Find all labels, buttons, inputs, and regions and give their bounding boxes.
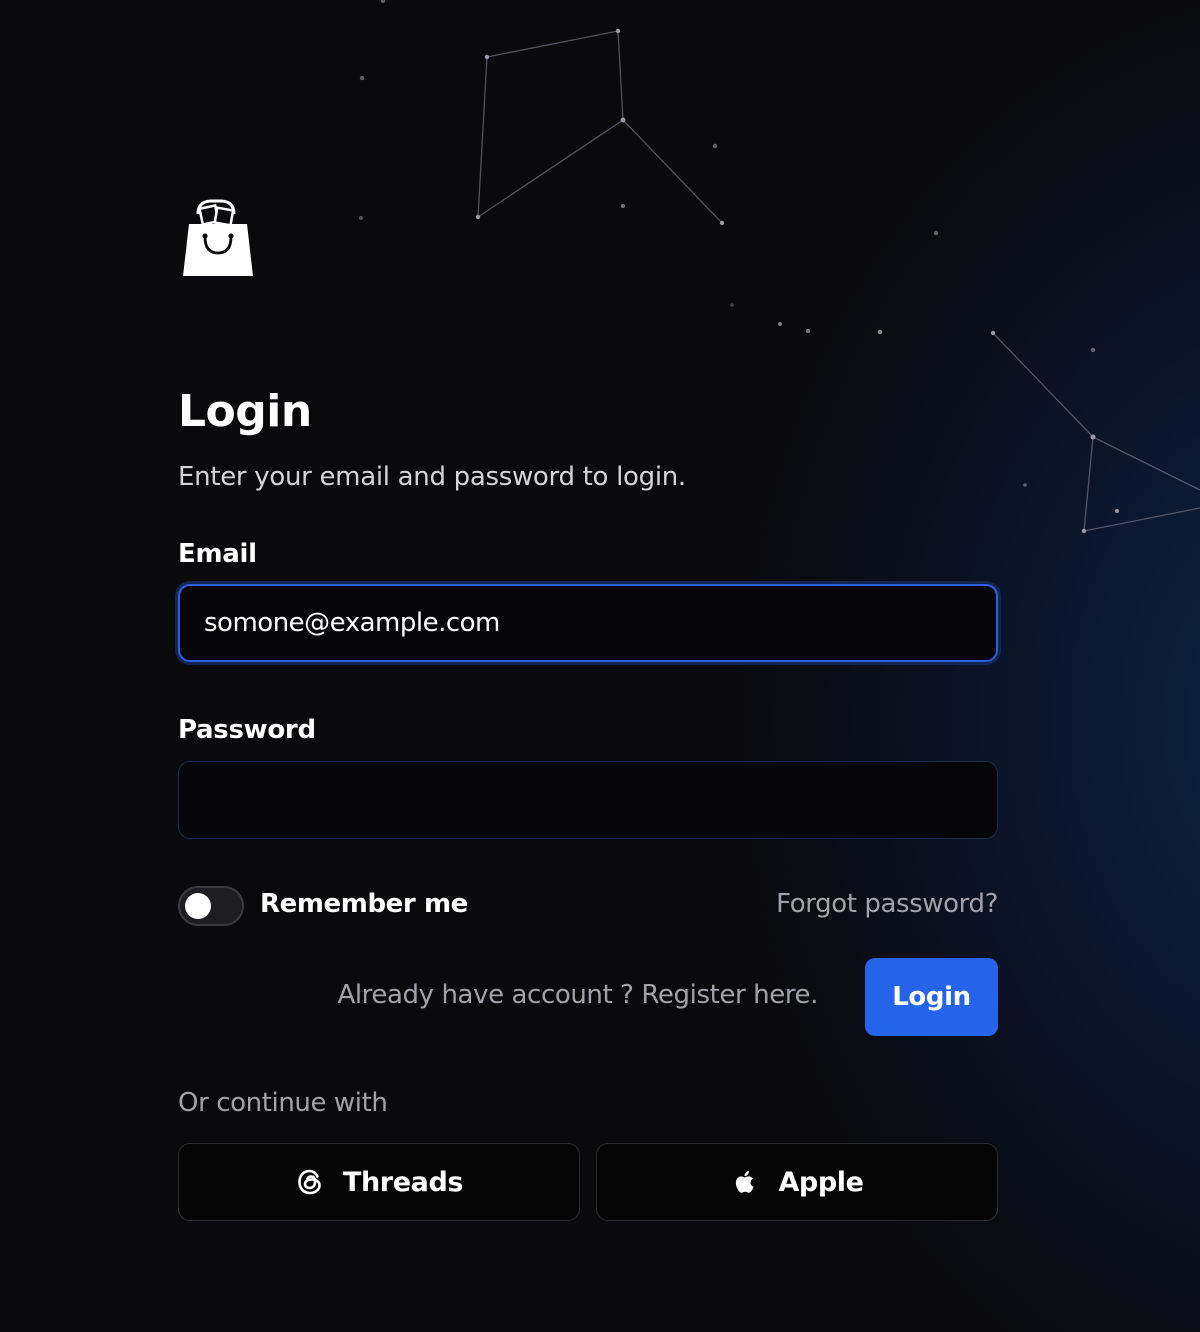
threads-label: Threads <box>342 1166 464 1198</box>
page-title: Login <box>178 386 312 437</box>
threads-icon <box>295 1167 325 1197</box>
constellation-background <box>359 0 1200 534</box>
apple-login-button[interactable]: Apple <box>596 1143 998 1221</box>
remember-me-toggle[interactable] <box>178 886 244 926</box>
remember-me-label[interactable]: Remember me <box>260 889 468 919</box>
forgot-password-link[interactable]: Forgot password? <box>776 889 998 919</box>
apple-icon <box>730 1167 760 1197</box>
shopping-bag-icon <box>182 198 254 278</box>
apple-label: Apple <box>778 1166 864 1198</box>
page-subtitle: Enter your email and password to login. <box>178 462 686 492</box>
email-label: Email <box>178 539 257 569</box>
toggle-knob <box>185 893 211 919</box>
threads-login-button[interactable]: Threads <box>178 1143 580 1221</box>
email-field-wrapper <box>178 584 998 662</box>
login-button[interactable]: Login <box>865 958 998 1036</box>
password-label: Password <box>178 715 316 745</box>
register-link[interactable]: Already have account ? Register here. <box>337 980 818 1010</box>
social-heading: Or continue with <box>178 1088 388 1118</box>
password-field-wrapper <box>178 761 998 839</box>
login-page: Login Enter your email and password to l… <box>0 0 1200 1332</box>
email-field[interactable] <box>180 586 996 660</box>
password-field[interactable] <box>179 762 997 838</box>
